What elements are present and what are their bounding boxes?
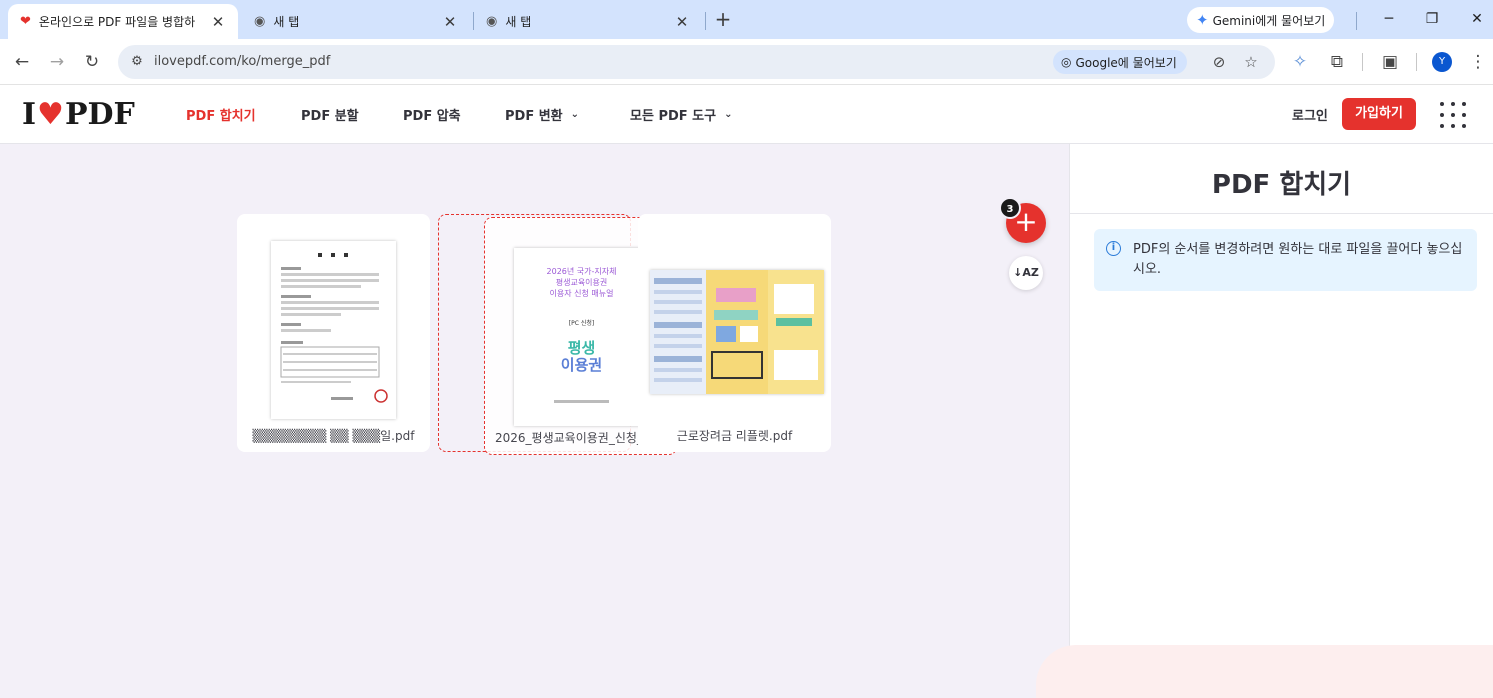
ilovepdf-favicon-icon: ❤ <box>20 14 31 29</box>
tab-search-icon[interactable]: ▣ <box>1378 50 1402 74</box>
thumb-logo-line: 이용권 <box>560 356 603 374</box>
close-window-icon[interactable]: ✕ <box>1465 8 1489 30</box>
url-text[interactable]: ilovepdf.com/ko/merge_pdf <box>154 54 330 69</box>
chrome-favicon-icon: ◉ <box>254 14 266 29</box>
ask-gemini-button[interactable]: ✦ Gemini에게 물어보기 <box>1187 7 1335 33</box>
sort-az-button[interactable]: ↓AZ <box>1009 256 1043 290</box>
tab-title: 새 탭 <box>273 15 300 29</box>
tool-side-panel: PDF 합치기 i PDF의 순서를 변경하려면 원하는 대로 파일을 끌어다 … <box>1069 144 1493 698</box>
tab-title: 새 탭 <box>505 15 532 29</box>
file-thumbnail <box>271 241 396 419</box>
forward-arrow-icon[interactable]: → <box>45 50 69 74</box>
extension-sparkle-icon[interactable]: ✧ <box>1288 50 1312 74</box>
info-icon: i <box>1106 241 1121 256</box>
logo-word: PDF <box>64 96 135 132</box>
tab-separator <box>1356 12 1357 30</box>
chevron-down-icon: ⌄ <box>724 109 733 120</box>
nav-merge-pdf[interactable]: PDF 합치기 <box>186 105 256 124</box>
minimize-icon[interactable]: ─ <box>1377 8 1401 30</box>
ilovepdf-logo[interactable]: I ♥ PDF <box>22 96 135 132</box>
decorative-background-shape <box>1036 645 1493 698</box>
tab-separator <box>705 12 706 30</box>
chrome-favicon-icon: ◉ <box>486 14 498 29</box>
nav-label: 모든 PDF 도구 <box>630 109 717 124</box>
nav-label: PDF 변환 <box>505 109 563 124</box>
signup-button[interactable]: 가입하기 <box>1342 98 1416 130</box>
new-tab-plus-icon[interactable]: + <box>713 9 733 29</box>
ask-gemini-label: Gemini에게 물어보기 <box>1212 13 1326 28</box>
nav-convert-pdf[interactable]: PDF 변환 ⌄ <box>505 105 579 124</box>
gemini-sparkle-icon: ✦ <box>1196 11 1209 29</box>
ask-google-chip[interactable]: ◎ Google에 물어보기 <box>1053 50 1187 74</box>
chrome-menu-icon[interactable]: ⋮ <box>1466 50 1490 74</box>
thumb-title-line: 평생교육이용권 <box>555 278 608 287</box>
tab-ilovepdf[interactable]: ❤ 온라인으로 PDF 파일을 병합하 ✕ <box>8 4 238 39</box>
file-count-badge: 3 <box>999 197 1021 219</box>
thumb-logo-line: 평생 <box>567 339 596 357</box>
browser-tab-strip: ❤ 온라인으로 PDF 파일을 병합하 ✕ ◉ 새 탭 ✕ ◉ 새 탭 ✕ + … <box>0 0 1493 39</box>
bookmark-star-icon[interactable]: ☆ <box>1240 51 1262 73</box>
file-thumbnail <box>650 270 824 394</box>
info-message: i PDF의 순서를 변경하려면 원하는 대로 파일을 끌어다 놓으십시오. <box>1094 229 1477 291</box>
back-arrow-icon[interactable]: ← <box>10 50 34 74</box>
nav-compress-pdf[interactable]: PDF 압축 <box>403 105 461 124</box>
nav-label: PDF 압축 <box>403 109 461 124</box>
logo-heart-icon: ♥ <box>37 96 64 132</box>
thumb-title-line: 이용자 신청 매뉴얼 <box>549 289 614 298</box>
tab-new-1[interactable]: ◉ 새 탭 ✕ <box>242 4 470 39</box>
chevron-down-icon: ⌄ <box>570 109 580 120</box>
google-lens-icon: ◎ <box>1061 55 1072 69</box>
extensions-puzzle-icon[interactable]: ⧉ <box>1325 50 1349 74</box>
sort-az-icon: ↓AZ <box>1013 266 1039 279</box>
document-preview-graphic <box>280 253 388 403</box>
panel-title: PDF 합치기 <box>1211 170 1352 200</box>
file-workspace: ▒▒▒▒▒▒▒▒ ▒▒ ▒▒▒일.pdf 2026년 국가-지자체 평생교육이용… <box>0 144 1069 698</box>
nav-label: PDF 합치기 <box>186 109 256 124</box>
close-tab-icon[interactable]: ✕ <box>210 14 226 30</box>
thumb-tag: [PC 신청] <box>568 320 595 327</box>
file-card[interactable]: 근로장려금 리플렛.pdf <box>638 214 831 452</box>
toolbar-separator <box>1362 53 1363 71</box>
restore-icon[interactable]: ❐ <box>1420 8 1444 30</box>
info-text: PDF의 순서를 변경하려면 원하는 대로 파일을 끌어다 놓으십시오. <box>1133 242 1463 277</box>
file-name: ▒▒▒▒▒▒▒▒ ▒▒ ▒▒▒일.pdf <box>252 429 415 443</box>
file-name: 근로장려금 리플렛.pdf <box>676 429 793 443</box>
toolbar-separator <box>1416 53 1417 71</box>
login-link[interactable]: 로그인 <box>1292 105 1328 124</box>
close-tab-icon[interactable]: ✕ <box>442 14 458 30</box>
site-settings-icon[interactable]: ⚙ <box>126 51 148 73</box>
file-thumbnail: 2026년 국가-지자체 평생교육이용권 이용자 신청 매뉴얼 [PC 신청] … <box>514 248 649 426</box>
tab-new-2[interactable]: ◉ 새 탭 ✕ <box>474 4 702 39</box>
address-bar[interactable]: ⚙ ilovepdf.com/ko/merge_pdf ◎ Google에 물어… <box>118 45 1275 79</box>
nav-all-pdf-tools[interactable]: 모든 PDF 도구 ⌄ <box>630 105 732 124</box>
tab-title: 온라인으로 PDF 파일을 병합하 <box>38 15 196 29</box>
leaflet-preview-graphic <box>650 270 824 394</box>
site-header: I ♥ PDF PDF 합치기 PDF 분할 PDF 압축 PDF 변환 ⌄ 모… <box>0 85 1493 144</box>
apps-grid-icon[interactable] <box>1440 102 1466 128</box>
reload-icon[interactable]: ↻ <box>80 50 104 74</box>
nav-label: PDF 분할 <box>301 109 359 124</box>
profile-avatar[interactable]: Y <box>1432 52 1452 72</box>
file-card[interactable]: ▒▒▒▒▒▒▒▒ ▒▒ ▒▒▒일.pdf <box>237 214 430 452</box>
logo-letter: I <box>22 96 37 132</box>
panel-divider <box>1070 213 1493 214</box>
eye-off-icon[interactable]: ⊘ <box>1208 51 1230 73</box>
browser-toolbar: ← → ↻ ⚙ ilovepdf.com/ko/merge_pdf ◎ Goog… <box>0 39 1493 85</box>
thumb-footer-bar <box>554 400 609 403</box>
close-tab-icon[interactable]: ✕ <box>674 14 690 30</box>
ask-google-label: Google에 물어보기 <box>1075 55 1177 70</box>
thumb-title-line: 2026년 국가-지자체 <box>546 267 617 276</box>
sort-label: AZ <box>1022 266 1039 279</box>
nav-split-pdf[interactable]: PDF 분할 <box>301 105 359 124</box>
